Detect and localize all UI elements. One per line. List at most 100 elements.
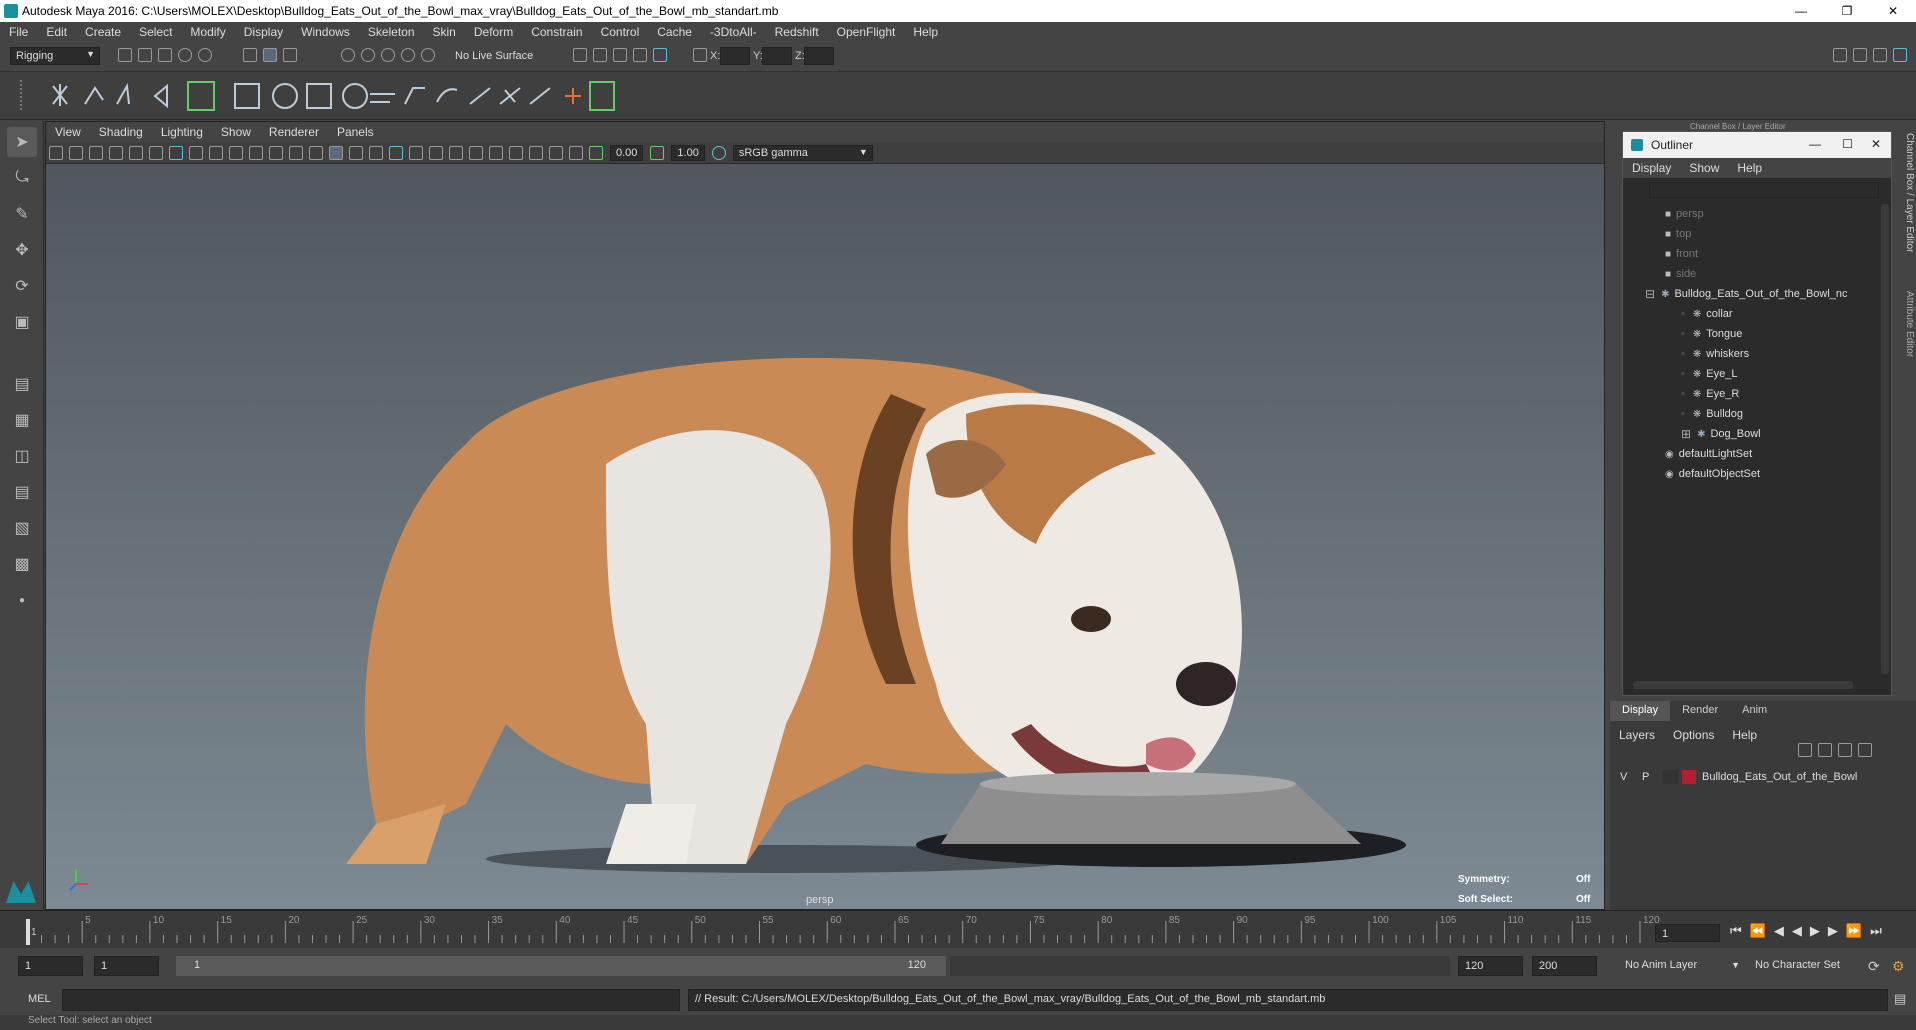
pole-vector-icon[interactable] xyxy=(529,87,551,105)
layer-menu-help[interactable]: Help xyxy=(1723,728,1766,742)
new-scene-icon[interactable] xyxy=(118,48,132,62)
lasso-tool-icon[interactable]: ⤿ xyxy=(7,163,37,193)
snap-surface-icon[interactable] xyxy=(421,48,435,62)
resolution-gate-icon[interactable] xyxy=(209,145,223,160)
shelf-handle[interactable] xyxy=(20,80,28,110)
move-layer-up-icon[interactable] xyxy=(1798,743,1812,757)
exposure-field[interactable]: 0.00 xyxy=(610,144,644,161)
x-field[interactable] xyxy=(720,47,750,65)
script-editor-icon[interactable]: ▤ xyxy=(1894,991,1906,1007)
menu-redshift[interactable]: Redshift xyxy=(766,25,828,39)
menu-deform[interactable]: Deform xyxy=(465,25,522,39)
menu-windows[interactable]: Windows xyxy=(292,25,359,39)
playback-end-field[interactable]: 120 xyxy=(1458,956,1523,976)
menu-create[interactable]: Create xyxy=(76,25,130,39)
image-plane-icon[interactable] xyxy=(109,145,123,160)
transform-input-icon[interactable] xyxy=(693,48,707,62)
channel-box-icon[interactable] xyxy=(1893,48,1907,62)
outliner-item[interactable]: ⊞ ✱ Dog_Bowl xyxy=(1623,424,1879,444)
redo-icon[interactable] xyxy=(198,48,212,62)
ik-handle-icon[interactable] xyxy=(84,86,104,105)
textured-icon[interactable] xyxy=(369,145,383,160)
menu-display[interactable]: Display xyxy=(235,25,292,39)
smooth-shade-icon[interactable] xyxy=(329,145,343,160)
anti-aliasing-icon[interactable] xyxy=(469,145,483,160)
current-time-indicator[interactable] xyxy=(26,919,30,945)
layer-menu-layers[interactable]: Layers xyxy=(1610,728,1664,742)
move-tool-icon[interactable]: ✥ xyxy=(7,235,37,265)
start-time-field[interactable]: 1 xyxy=(18,956,83,976)
outliner-item[interactable]: ◦ ❋ Eye_R xyxy=(1623,384,1879,404)
gamma-field[interactable]: 1.00 xyxy=(671,144,705,161)
snap-curve-icon[interactable] xyxy=(361,48,375,62)
sculpt-icon[interactable] xyxy=(342,83,368,109)
menu-skeleton[interactable]: Skeleton xyxy=(359,25,424,39)
shadows-icon[interactable] xyxy=(409,145,423,160)
viewport-menu-show[interactable]: Show xyxy=(212,125,260,139)
render-settings-icon[interactable] xyxy=(573,48,587,62)
tab-anim[interactable]: Anim xyxy=(1730,701,1779,721)
aim-constraint-icon[interactable] xyxy=(499,87,521,105)
outliner-item[interactable]: ■ top xyxy=(1623,224,1879,244)
command-input[interactable] xyxy=(62,989,680,1011)
layer-row[interactable]: V P Bulldog_Eats_Out_of_the_Bowl xyxy=(1620,767,1906,787)
skin-bind-icon[interactable] xyxy=(187,81,215,111)
orient-constraint-icon[interactable] xyxy=(436,88,458,103)
anim-layer-dropdown[interactable]: No Anim Layer ▼ xyxy=(1625,959,1740,971)
menu-skin[interactable]: Skin xyxy=(424,25,465,39)
tab-display[interactable]: Display xyxy=(1610,701,1671,721)
move-layer-down-icon[interactable] xyxy=(1818,743,1832,757)
new-layer-icon[interactable] xyxy=(1838,743,1852,757)
outliner-item[interactable]: ■ front xyxy=(1623,244,1879,264)
layer-color-swatch[interactable] xyxy=(1682,770,1696,784)
custom-layout-icon[interactable]: ● xyxy=(7,585,37,615)
menu-openflight[interactable]: OpenFlight xyxy=(828,25,905,39)
select-hierarchy-icon[interactable] xyxy=(243,48,257,62)
z-field[interactable] xyxy=(804,47,834,65)
outliner-vscrollbar[interactable] xyxy=(1881,204,1889,674)
minimize-button[interactable]: — xyxy=(1778,0,1824,22)
viewport-menu-renderer[interactable]: Renderer xyxy=(260,125,328,139)
outliner-item[interactable]: ■ side xyxy=(1623,264,1879,284)
menu-cache[interactable]: Cache xyxy=(648,25,701,39)
outliner-hscrollbar[interactable] xyxy=(1633,681,1853,689)
animation-preferences-icon[interactable]: ⚙ xyxy=(1892,958,1905,975)
hypershade-icon[interactable] xyxy=(653,48,667,62)
exposure-icon[interactable] xyxy=(589,145,603,160)
layer-visibility-toggle[interactable]: V xyxy=(1620,771,1642,783)
gate-mask-icon[interactable] xyxy=(229,145,243,160)
snap-grid-icon[interactable] xyxy=(341,48,355,62)
outliner-minimize-button[interactable]: — xyxy=(1809,137,1821,151)
undo-icon[interactable] xyxy=(178,48,192,62)
outliner-menu-show[interactable]: Show xyxy=(1680,161,1728,175)
use-all-lights-icon[interactable] xyxy=(389,145,403,160)
menu-help[interactable]: Help xyxy=(904,25,947,39)
menu-3dtoall[interactable]: -3DtoAll- xyxy=(701,25,766,39)
outliner-item[interactable]: ◦ ❋ collar xyxy=(1623,304,1879,324)
outliner-item[interactable]: ■ persp xyxy=(1623,204,1879,224)
outliner-item[interactable]: ◦ ❋ Tongue xyxy=(1623,324,1879,344)
menu-control[interactable]: Control xyxy=(592,25,649,39)
character-set-dropdown[interactable]: No Character Set xyxy=(1755,959,1865,971)
field-chart-icon[interactable] xyxy=(249,145,263,160)
viewport-menu-panels[interactable]: Panels xyxy=(328,125,383,139)
render-frame-icon[interactable] xyxy=(593,48,607,62)
wireframe-icon[interactable] xyxy=(309,145,323,160)
outliner-item[interactable]: ◉ defaultObjectSet xyxy=(1623,464,1879,484)
persp-outliner-layout-icon[interactable]: ◫ xyxy=(7,441,37,471)
range-slider-bar[interactable]: 1 120 xyxy=(176,956,946,976)
cluster-icon[interactable] xyxy=(272,83,298,109)
menu-edit[interactable]: Edit xyxy=(37,25,76,39)
gamma-icon[interactable] xyxy=(650,145,665,160)
bookmark-icon[interactable] xyxy=(89,145,103,160)
outliner-close-button[interactable]: ✕ xyxy=(1871,137,1881,151)
camera-attributes-icon[interactable] xyxy=(69,145,83,160)
new-layer-selected-icon[interactable] xyxy=(1858,743,1872,757)
viewport-menu-shading[interactable]: Shading xyxy=(90,125,152,139)
go-to-end-icon[interactable]: ⏭ xyxy=(1870,923,1882,939)
outliner-item[interactable]: ◦ ❋ Bulldog xyxy=(1623,404,1879,424)
restore-button[interactable]: ❐ xyxy=(1824,0,1870,22)
snap-view-icon[interactable] xyxy=(401,48,415,62)
playback-start-field[interactable]: 1 xyxy=(94,956,159,976)
tool-settings-icon[interactable] xyxy=(1873,48,1887,62)
